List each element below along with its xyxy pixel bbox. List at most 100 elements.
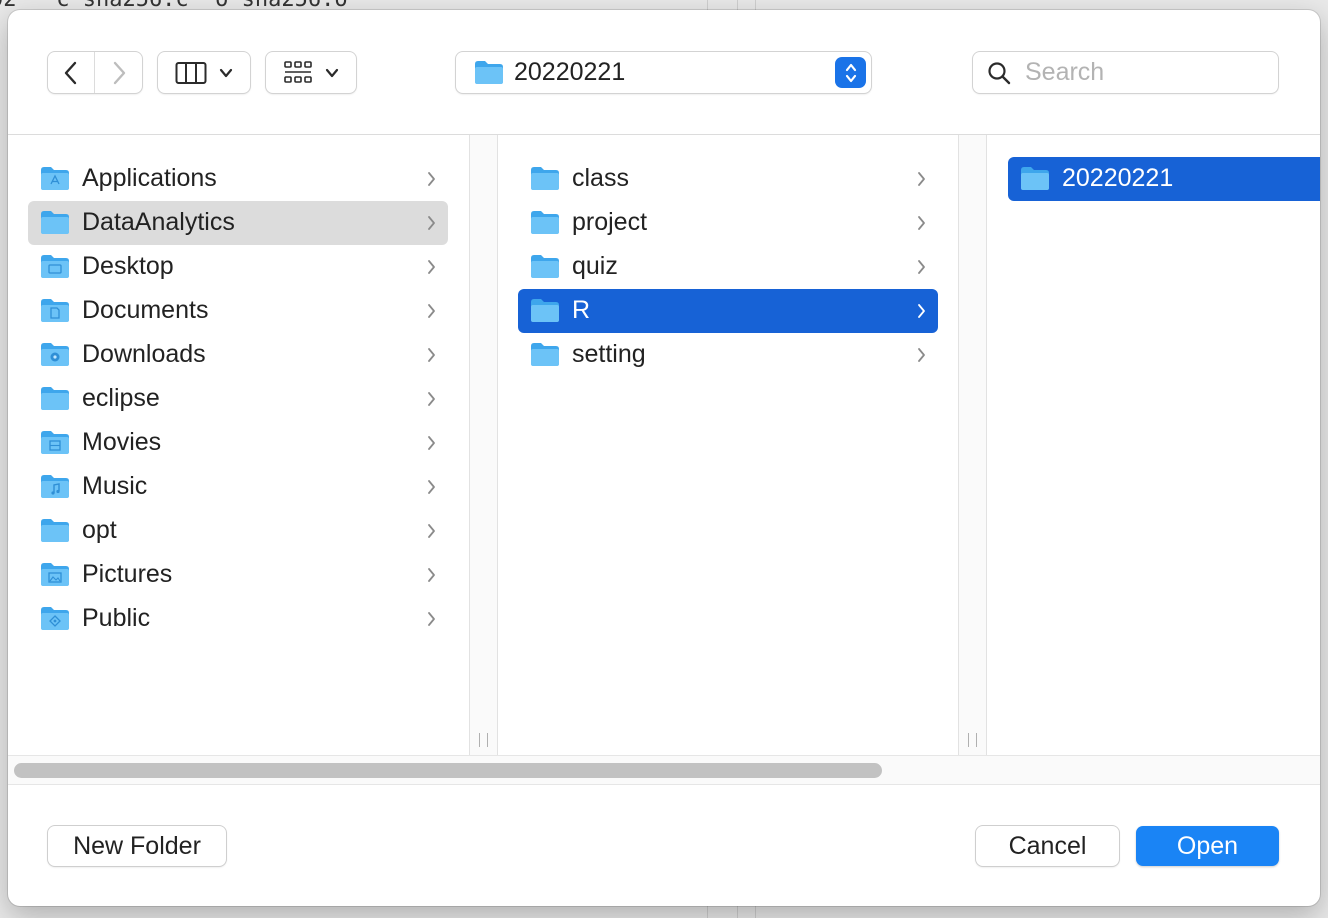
location-popup[interactable]: 20220221 — [456, 52, 871, 93]
chevron-right-icon — [428, 392, 435, 406]
scrollbar-thumb[interactable] — [14, 763, 882, 778]
dialog-toolbar: 20220221 — [8, 10, 1320, 135]
chevron-right-icon — [428, 568, 435, 582]
folder-name: eclipse — [82, 384, 160, 412]
chevron-right-icon — [428, 172, 435, 186]
documents-folder-icon — [41, 299, 69, 322]
folder-row[interactable]: eclipse — [28, 377, 448, 421]
folder-row[interactable]: DataAnalytics — [28, 201, 448, 245]
folder-row[interactable]: Music — [28, 465, 448, 509]
folder-row[interactable]: setting — [518, 333, 938, 377]
folder-row[interactable]: 20220221 — [1008, 157, 1320, 201]
chevron-right-icon — [428, 216, 435, 230]
chevron-right-icon — [918, 304, 925, 318]
grip-icon — [479, 733, 488, 747]
chevron-right-icon — [918, 216, 925, 230]
folder-name: quiz — [572, 252, 618, 280]
search-field — [973, 52, 1278, 93]
folder-name: Documents — [82, 296, 209, 324]
folder-row[interactable]: Pictures — [28, 553, 448, 597]
chevron-right-icon — [428, 524, 435, 538]
folder-icon — [531, 343, 559, 366]
folder-name: Music — [82, 472, 148, 500]
folder-row[interactable]: R — [518, 289, 938, 333]
folder-row[interactable]: quiz — [518, 245, 938, 289]
column-browser: Applications DataAnalytics Desktop Docum… — [8, 135, 1320, 755]
folder-row[interactable]: Desktop — [28, 245, 448, 289]
popup-stepper[interactable] — [835, 57, 866, 88]
search-icon — [988, 62, 1011, 85]
folder-row[interactable]: Documents — [28, 289, 448, 333]
folder-name: Pictures — [82, 560, 173, 588]
column-resize-handle[interactable] — [469, 135, 498, 755]
chevron-down-icon — [325, 68, 339, 77]
applications-folder-icon — [41, 167, 69, 190]
open-button[interactable]: Open — [1136, 826, 1279, 866]
folder-icon — [531, 167, 559, 190]
back-button[interactable] — [48, 52, 94, 93]
folder-icon — [475, 61, 503, 84]
folder-name: Desktop — [82, 252, 174, 280]
folder-icon — [41, 387, 69, 410]
folder-icon — [531, 299, 559, 322]
chevron-right-icon — [918, 348, 925, 362]
view-mode-button[interactable] — [158, 52, 250, 93]
folder-row[interactable]: Applications — [28, 157, 448, 201]
folder-name: 20220221 — [1062, 164, 1174, 192]
horizontal-scrollbar[interactable] — [8, 755, 1320, 785]
chevron-right-icon — [428, 304, 435, 318]
search-input[interactable] — [1025, 56, 1265, 89]
folder-icon — [531, 255, 559, 278]
group-button[interactable] — [266, 52, 356, 93]
folder-name: class — [572, 164, 629, 192]
folder-row[interactable]: project — [518, 201, 938, 245]
folder-name: Movies — [82, 428, 162, 456]
chevron-right-icon — [113, 61, 125, 84]
chevron-down-icon — [219, 68, 233, 77]
location-label: 20220221 — [514, 58, 626, 86]
chevron-right-icon — [918, 172, 925, 186]
music-folder-icon — [41, 475, 69, 498]
chevron-right-icon — [428, 612, 435, 626]
grip-icon — [968, 733, 977, 747]
folder-icon — [531, 211, 559, 234]
folder-row[interactable]: Downloads — [28, 333, 448, 377]
chevron-right-icon — [428, 436, 435, 450]
browser-column-3: 20220221 — [988, 135, 1320, 755]
folder-name: Public — [82, 604, 151, 632]
folder-name: DataAnalytics — [82, 208, 235, 236]
folder-icon — [1021, 167, 1049, 190]
new-folder-button[interactable]: New Folder — [48, 826, 226, 866]
folder-name: R — [572, 296, 591, 324]
column-resize-handle[interactable] — [958, 135, 987, 755]
folder-row[interactable]: Movies — [28, 421, 448, 465]
folder-name: Applications — [82, 164, 217, 192]
pictures-folder-icon — [41, 563, 69, 586]
public-folder-icon — [41, 607, 69, 630]
folder-name: setting — [572, 340, 646, 368]
folder-name: opt — [82, 516, 117, 544]
folder-row[interactable]: Public — [28, 597, 448, 641]
folder-name: project — [572, 208, 648, 236]
forward-button[interactable] — [95, 52, 142, 93]
folder-row[interactable]: class — [518, 157, 938, 201]
chevron-right-icon — [918, 260, 925, 274]
downloads-folder-icon — [41, 343, 69, 366]
chevron-left-icon — [64, 61, 77, 84]
desktop-folder-icon — [41, 255, 69, 278]
cancel-button[interactable]: Cancel — [976, 826, 1119, 866]
folder-icon — [41, 211, 69, 234]
folder-name: Downloads — [82, 340, 206, 368]
folder-row[interactable]: opt — [28, 509, 448, 553]
browser-column-2: class project quiz R setting — [498, 135, 958, 755]
chevron-right-icon — [428, 260, 435, 274]
up-down-chevron-icon — [845, 63, 856, 82]
grid-group-icon — [284, 60, 312, 83]
browser-column-1: Applications DataAnalytics Desktop Docum… — [8, 135, 469, 755]
open-file-dialog: 20220221 Applications DataAnalytics — [8, 10, 1320, 906]
columns-view-icon — [175, 61, 207, 84]
movies-folder-icon — [41, 431, 69, 454]
chevron-right-icon — [428, 348, 435, 362]
chevron-right-icon — [428, 480, 435, 494]
folder-icon — [41, 519, 69, 542]
